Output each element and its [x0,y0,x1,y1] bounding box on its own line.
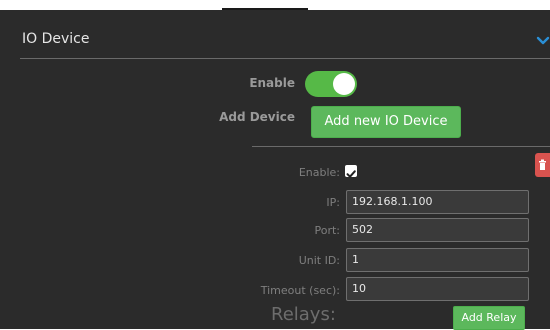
checkmark-icon [345,165,357,184]
device-section-divider [252,146,550,147]
timeout-label: Timeout (sec): [260,284,340,297]
relays-label: Relays: [271,304,336,325]
timeout-input[interactable]: 10 [346,277,529,301]
add-new-io-device-button[interactable]: Add new IO Device [311,106,461,138]
trash-icon [535,159,550,181]
title-divider [20,58,550,59]
chevron-down-icon[interactable] [536,32,550,46]
port-label: Port: [314,224,340,237]
ip-label: IP: [326,196,340,209]
io-device-panel: IO Device Enable Add Device Add new IO D… [0,10,550,330]
unit-id-input[interactable]: 1 [346,248,529,272]
top-strip [0,0,550,10]
toggle-knob [333,73,355,95]
port-input[interactable]: 502 [346,218,529,242]
delete-device-button[interactable] [535,153,550,177]
device-enable-label: Enable: [298,166,340,179]
enable-toggle[interactable] [305,71,357,97]
enable-label: Enable [249,76,295,90]
device-enable-checkbox[interactable] [345,165,357,178]
add-relay-button[interactable]: Add Relay [453,306,525,330]
unit-id-label: Unit ID: [298,254,340,267]
add-device-label: Add Device [219,110,295,124]
panel-title: IO Device [22,31,90,47]
ip-input[interactable]: 192.168.1.100 [346,190,529,214]
